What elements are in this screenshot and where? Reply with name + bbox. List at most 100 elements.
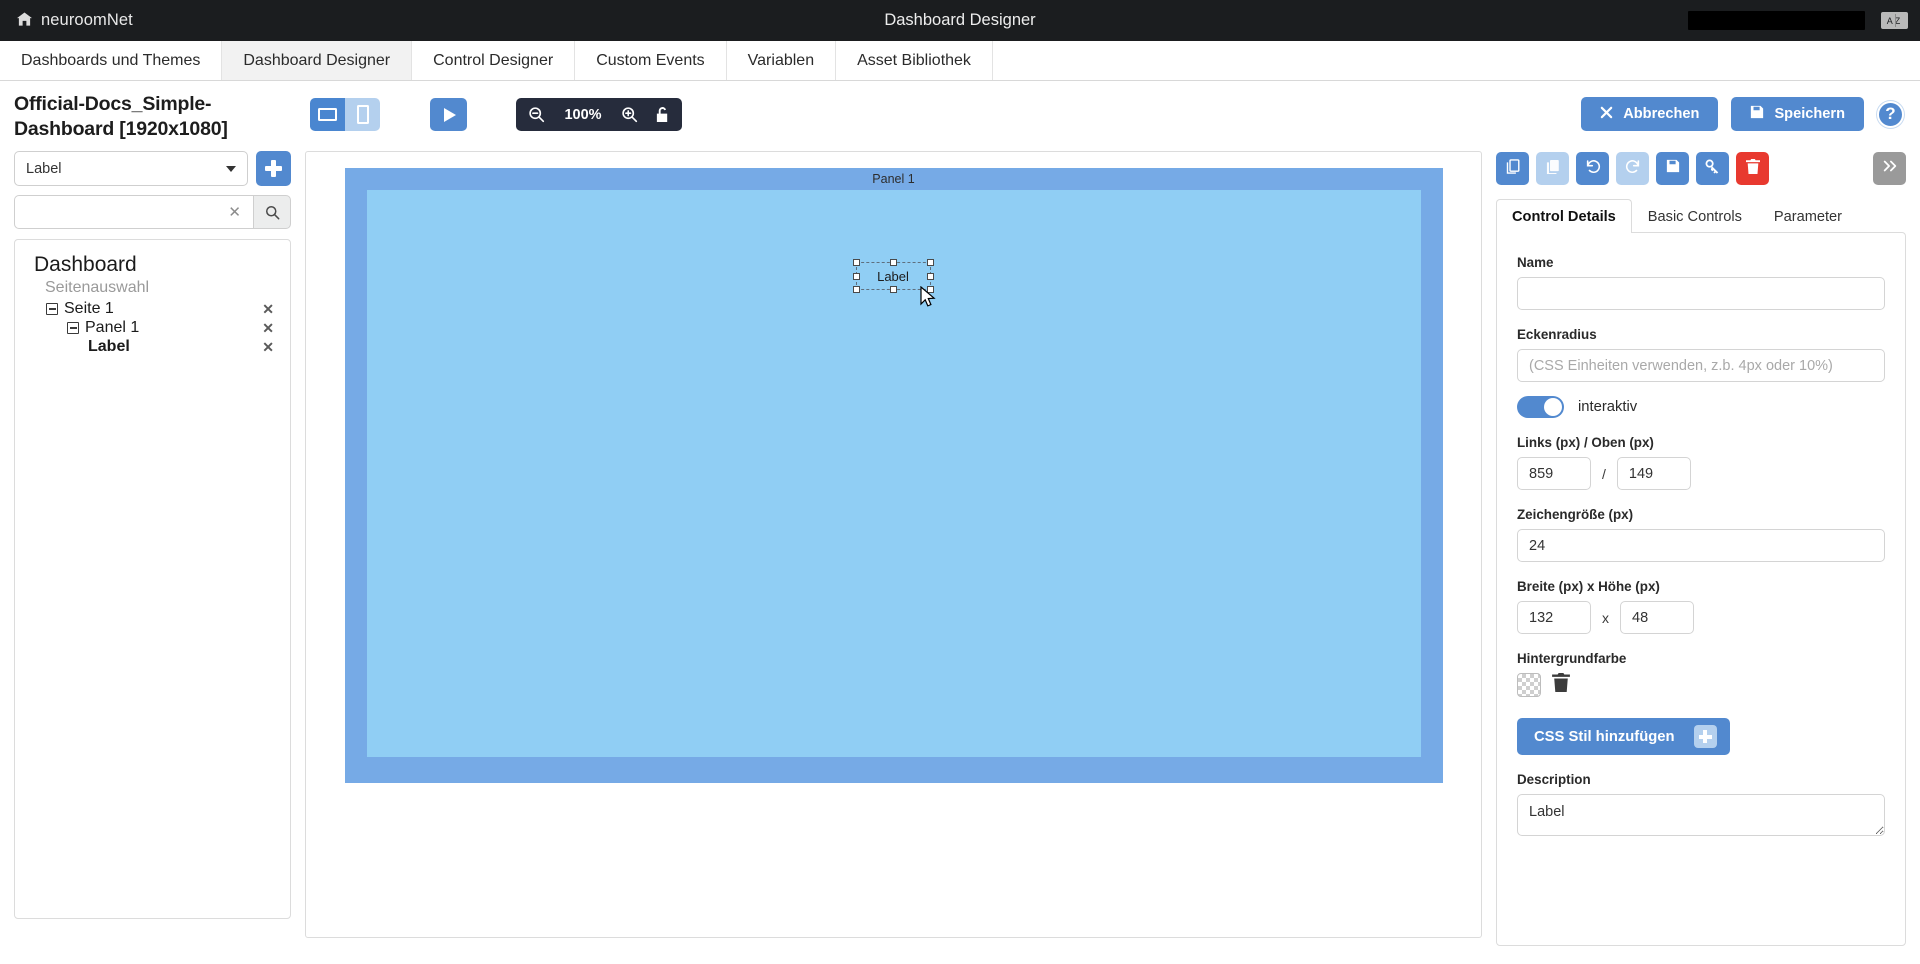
control-add-row: Label <box>14 151 291 186</box>
tree-search-row: ✕ <box>14 195 291 229</box>
undo-button[interactable] <box>1576 152 1609 185</box>
tab-parameter[interactable]: Parameter <box>1758 199 1858 233</box>
position-left-field[interactable] <box>1517 457 1591 490</box>
resize-handle-top-center[interactable] <box>890 259 897 266</box>
nav-tab-label: Custom Events <box>596 52 704 70</box>
position-top-field[interactable] <box>1617 457 1691 490</box>
key-icon <box>1705 159 1720 179</box>
lock-button[interactable] <box>655 106 670 123</box>
nav-tab-dashboards-und-themes[interactable]: Dashboards und Themes <box>0 41 222 80</box>
inspector-toolbar <box>1496 152 1906 185</box>
delete-button[interactable] <box>1736 152 1769 185</box>
position-field-label: Links (px) / Oben (px) <box>1517 435 1885 450</box>
position-fields: / <box>1517 457 1885 490</box>
undo-icon <box>1585 158 1601 179</box>
resize-handle-top-right[interactable] <box>927 259 934 266</box>
zoom-in-button[interactable] <box>621 106 638 123</box>
transparent-swatch-icon[interactable] <box>1517 673 1541 697</box>
height-field[interactable] <box>1620 601 1694 634</box>
language-selector-icon[interactable]: AZ <box>1881 12 1908 29</box>
page-title: Official-Docs_Simple-Dashboard [1920x108… <box>14 81 306 142</box>
tab-control-details[interactable]: Control Details <box>1496 199 1632 233</box>
close-x-icon[interactable]: ✕ <box>262 320 281 337</box>
tab-basic-controls[interactable]: Basic Controls <box>1632 199 1758 233</box>
landscape-layout-button[interactable] <box>310 98 345 131</box>
tree-node-label-text: Label <box>88 338 262 356</box>
top-bar-right: AZ <box>1688 0 1908 41</box>
nav-tab-dashboard-designer[interactable]: Dashboard Designer <box>222 41 412 80</box>
corner-radius-field-label: Eckenradius <box>1517 327 1885 342</box>
control-type-select[interactable]: Label <box>14 151 248 186</box>
zoom-out-button[interactable] <box>528 106 545 123</box>
mouse-cursor-icon <box>920 286 936 313</box>
trash-icon <box>1746 159 1760 179</box>
paste-button[interactable] <box>1536 152 1569 185</box>
description-field[interactable] <box>1517 794 1885 836</box>
nav-tab-custom-events[interactable]: Custom Events <box>575 41 726 80</box>
key-button[interactable] <box>1696 152 1729 185</box>
dashboard-frame[interactable]: Panel 1 Label <box>345 168 1443 783</box>
panel-1[interactable]: Panel 1 Label <box>367 190 1421 757</box>
fontsize-field[interactable] <box>1517 529 1885 562</box>
nav-tab-control-designer[interactable]: Control Designer <box>412 41 575 80</box>
tree-node-panel-1[interactable]: Panel 1 ✕ <box>24 319 281 337</box>
save-control-button[interactable] <box>1656 152 1689 185</box>
interactive-toggle-label: interaktiv <box>1578 399 1637 415</box>
background-color-label: Hintergrundfarbe <box>1517 651 1885 666</box>
size-field-label: Breite (px) x Höhe (px) <box>1517 579 1885 594</box>
canvas-toolbar: 100% <box>310 98 682 131</box>
description-field-label: Description <box>1517 772 1885 787</box>
resize-handle-bottom-center[interactable] <box>890 286 897 293</box>
tree-node-seite-1[interactable]: Seite 1 ✕ <box>24 300 281 318</box>
portrait-layout-button[interactable] <box>345 98 380 131</box>
width-field[interactable] <box>1517 601 1591 634</box>
corner-radius-field[interactable] <box>1517 349 1885 382</box>
close-x-icon[interactable]: ✕ <box>262 339 281 356</box>
cancel-button[interactable]: Abbrechen <box>1581 97 1718 131</box>
redo-button[interactable] <box>1616 152 1649 185</box>
add-css-style-button[interactable]: CSS Stil hinzufügen <box>1517 718 1730 755</box>
search-input[interactable] <box>25 203 224 221</box>
collapse-panel-button[interactable] <box>1873 152 1906 185</box>
interactive-toggle[interactable] <box>1517 396 1564 418</box>
tree-node-label[interactable]: Label ✕ <box>24 338 281 356</box>
designer-body: Label ✕ Dashboard Seitenauswahl <box>0 151 1920 938</box>
nav-tab-label: Variablen <box>748 52 814 70</box>
canvas-area[interactable]: Panel 1 Label <box>305 151 1482 938</box>
nav-tab-label: Dashboard Designer <box>243 52 390 70</box>
tree-root-label: Dashboard <box>24 253 281 277</box>
clear-background-button[interactable] <box>1552 673 1570 697</box>
nav-tab-variablen[interactable]: Variablen <box>727 41 836 80</box>
resize-handle-top-left[interactable] <box>853 259 860 266</box>
brand-link[interactable]: neuroomNet <box>17 11 133 30</box>
position-separator: / <box>1602 466 1606 482</box>
floppy-disk-icon <box>1666 159 1680 178</box>
main-nav-tabs: Dashboards und Themes Dashboard Designer… <box>0 41 1920 81</box>
collapse-toggle-icon[interactable] <box>46 303 58 315</box>
help-button[interactable]: ? <box>1877 101 1904 128</box>
nav-tab-label: Control Designer <box>433 52 553 70</box>
toggle-knob <box>1544 398 1562 416</box>
tab-label: Parameter <box>1774 209 1842 225</box>
close-icon <box>1600 106 1613 123</box>
inspector-panel: Control Details Basic Controls Parameter… <box>1496 151 1906 938</box>
save-button[interactable]: Speichern <box>1731 97 1864 131</box>
tab-label: Basic Controls <box>1648 209 1742 225</box>
copy-button[interactable] <box>1496 152 1529 185</box>
interactive-toggle-row: interaktiv <box>1517 396 1885 418</box>
close-x-icon[interactable]: ✕ <box>262 301 281 318</box>
preview-button[interactable] <box>430 98 467 131</box>
dashboard-tree: Dashboard Seitenauswahl Seite 1 ✕ Panel … <box>14 239 291 919</box>
resize-handle-middle-right[interactable] <box>927 273 934 280</box>
name-field[interactable] <box>1517 277 1885 310</box>
collapse-toggle-icon[interactable] <box>67 322 79 334</box>
fontsize-field-label: Zeichengröße (px) <box>1517 507 1885 522</box>
resize-handle-bottom-left[interactable] <box>853 286 860 293</box>
inspector-tabs: Control Details Basic Controls Parameter <box>1496 199 1906 233</box>
clear-x-icon[interactable]: ✕ <box>224 203 245 221</box>
search-button[interactable] <box>253 195 291 229</box>
add-control-button[interactable] <box>256 151 291 186</box>
nav-tab-asset-bibliothek[interactable]: Asset Bibliothek <box>836 41 993 80</box>
play-icon <box>444 108 456 122</box>
resize-handle-middle-left[interactable] <box>853 273 860 280</box>
